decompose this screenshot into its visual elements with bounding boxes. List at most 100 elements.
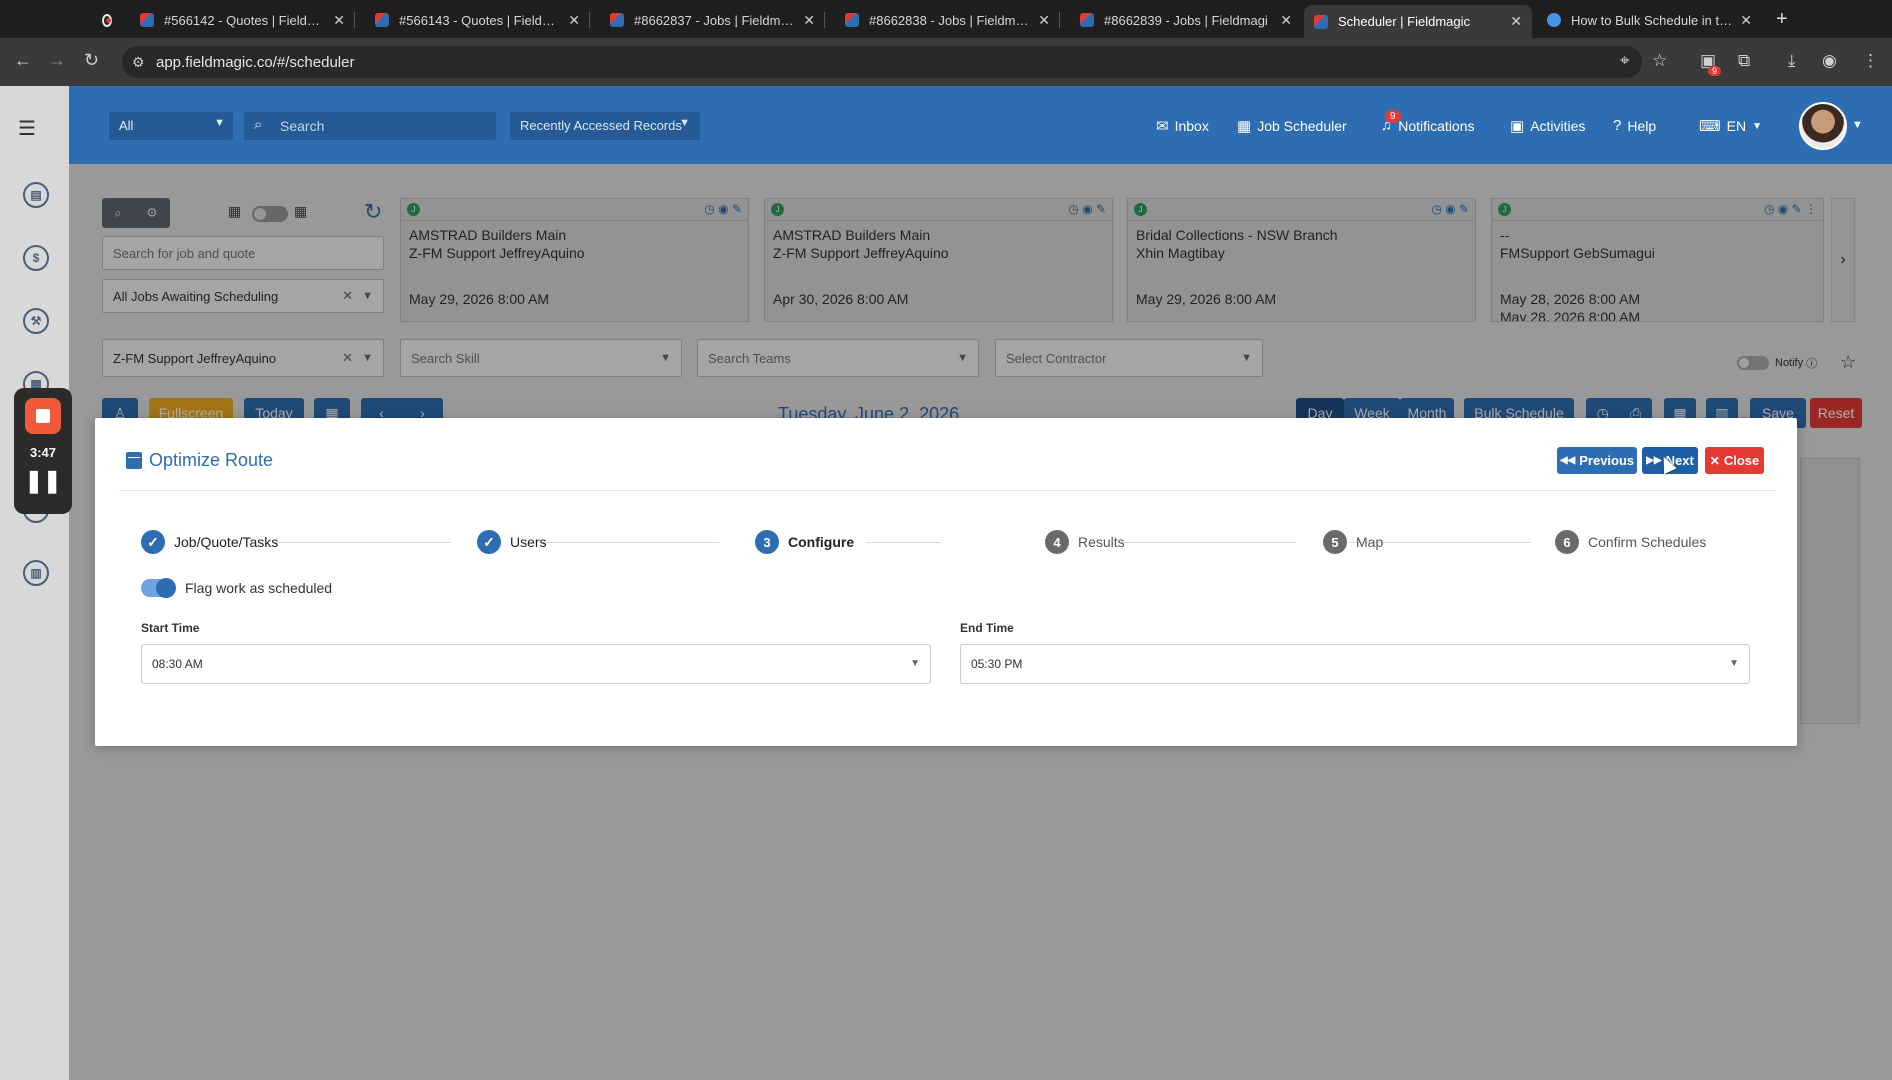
modal-title-text: Optimize Route bbox=[149, 450, 274, 470]
tab-job-8662839[interactable]: #8662839 - Jobs | Fieldmagi ✕ bbox=[1070, 5, 1302, 35]
close-tab-icon[interactable]: ✕ bbox=[1280, 12, 1292, 29]
chevron-down-icon: ▼ bbox=[910, 658, 920, 669]
end-time-select[interactable]: 05:30 PM ▼ bbox=[960, 644, 1750, 684]
tab-quote-566143[interactable]: #566143 - Quotes | Fieldmag ✕ bbox=[365, 5, 590, 35]
check-icon: ✓ bbox=[477, 530, 501, 554]
close-icon: ✕ bbox=[1709, 453, 1720, 468]
notifications-badge: 9 bbox=[1385, 110, 1401, 123]
chevron-down-icon: ▼ bbox=[214, 117, 225, 129]
close-button[interactable]: ✕ Close bbox=[1705, 447, 1764, 474]
start-time-value: 08:30 AM bbox=[152, 657, 203, 671]
close-tab-icon[interactable]: ✕ bbox=[333, 12, 345, 29]
tab-label: #566142 - Quotes | Fieldmag bbox=[164, 12, 326, 28]
flag-work-row: Flag work as scheduled bbox=[141, 578, 332, 598]
activities-label: Activities bbox=[1530, 118, 1586, 134]
step-number: 5 bbox=[1323, 530, 1347, 554]
module-filter-select[interactable]: All ▼ bbox=[109, 112, 233, 140]
close-tab-icon[interactable]: ✕ bbox=[568, 12, 580, 29]
app-header: All ▼ ⌕ Search Recently Accessed Records… bbox=[69, 86, 1892, 164]
close-tab-icon[interactable]: ✕ bbox=[1038, 12, 1050, 29]
url-text: app.fieldmagic.co/#/scheduler bbox=[156, 54, 355, 71]
search-icon: ⌕ bbox=[254, 116, 263, 133]
activities-link[interactable]: ▣ Activities bbox=[1510, 117, 1585, 135]
tab-label: #566143 - Quotes | Fieldmag bbox=[399, 12, 561, 28]
module-filter-value: All bbox=[119, 118, 134, 133]
step-label: Configure bbox=[788, 534, 855, 550]
job-scheduler-link[interactable]: ▦ Job Scheduler bbox=[1237, 117, 1347, 135]
user-avatar[interactable] bbox=[1799, 102, 1847, 150]
app-sidebar: ☰ ▤ $ ⚒ ▦ ⚙ ⑂ ▥ bbox=[0, 86, 69, 1080]
wrench-icon[interactable]: ⚒ bbox=[23, 308, 49, 334]
flag-work-toggle[interactable] bbox=[141, 578, 176, 598]
reload-icon[interactable]: ↻ bbox=[84, 50, 99, 71]
tab-quote-566142[interactable]: #566142 - Quotes | Fieldmag ✕ bbox=[130, 5, 355, 35]
url-field[interactable]: ⚙ app.fieldmagic.co/#/scheduler bbox=[122, 46, 1642, 78]
close-tab-icon[interactable]: ✕ bbox=[1510, 13, 1522, 30]
previous-button[interactable]: ◀◀ Previous bbox=[1557, 447, 1637, 474]
document-icon[interactable]: ▥ bbox=[23, 560, 49, 586]
close-tab-icon[interactable]: ✕ bbox=[1740, 12, 1752, 29]
chevron-down-icon: ▼ bbox=[679, 117, 690, 129]
chevron-down-icon[interactable]: ▼ bbox=[1852, 119, 1863, 131]
step-number: 3 bbox=[755, 530, 779, 554]
extension-badge: 9 bbox=[1708, 66, 1722, 76]
menu-kebab-icon[interactable]: ⋮ bbox=[1862, 51, 1879, 71]
close-tab-icon[interactable]: ✕ bbox=[803, 12, 815, 29]
notifications-label: Notifications bbox=[1398, 117, 1475, 134]
back-icon[interactable]: ← bbox=[14, 50, 32, 71]
site-info-icon[interactable]: ⚙ bbox=[132, 54, 145, 71]
browser-tab-strip: #566142 - Quotes | Fieldmag ✕ #566143 - … bbox=[0, 0, 1892, 38]
step-users[interactable]: ✓ Users bbox=[477, 530, 547, 554]
screen-recorder-widget: 3:47 ❚❚ bbox=[14, 388, 72, 514]
optimize-route-modal: Optimize Route ◀◀ Previous ▶▶ Next ✕ Clo… bbox=[95, 418, 1797, 746]
language-icon: ⌨ bbox=[1699, 118, 1721, 135]
dollar-icon[interactable]: $ bbox=[23, 245, 49, 271]
language-label: EN bbox=[1726, 118, 1747, 134]
step-confirm-schedules[interactable]: 6 Confirm Schedules bbox=[1555, 530, 1706, 554]
end-time-label: End Time bbox=[960, 621, 1014, 635]
fieldmagic-favicon bbox=[610, 13, 624, 27]
recording-icon bbox=[102, 13, 112, 27]
tab-scheduler[interactable]: Scheduler | Fieldmagic ✕ bbox=[1304, 5, 1532, 38]
end-time-value: 05:30 PM bbox=[971, 657, 1023, 671]
question-icon: ? bbox=[1613, 117, 1622, 134]
stop-recording-button[interactable] bbox=[25, 398, 61, 434]
step-job-quote-tasks[interactable]: ✓ Job/Quote/Tasks bbox=[141, 530, 278, 554]
step-map[interactable]: 5 Map bbox=[1323, 530, 1383, 554]
language-select[interactable]: ⌨ EN ▼ bbox=[1699, 117, 1762, 135]
step-number: 4 bbox=[1045, 530, 1069, 554]
bookmark-star-icon[interactable]: ☆ bbox=[1652, 51, 1667, 71]
tab-help-article[interactable]: How to Bulk Schedule in the ✕ bbox=[1537, 5, 1762, 35]
inbox-link[interactable]: ✉ Inbox bbox=[1156, 117, 1209, 135]
step-configure[interactable]: 3 Configure bbox=[755, 530, 854, 554]
search-placeholder: Search bbox=[280, 118, 325, 134]
fieldmagic-favicon bbox=[1080, 13, 1094, 27]
start-time-select[interactable]: 08:30 AM ▼ bbox=[141, 644, 931, 684]
fieldmagic-favicon bbox=[1314, 14, 1328, 29]
close-label: Close bbox=[1723, 453, 1760, 468]
forward-icon[interactable]: → bbox=[48, 50, 66, 71]
profile-icon[interactable]: ◉ bbox=[1822, 51, 1837, 71]
modal-divider bbox=[119, 490, 1775, 491]
recent-records-dropdown[interactable]: Recently Accessed Records ▼ bbox=[510, 112, 700, 140]
location-icon[interactable]: ⌖ bbox=[1620, 51, 1630, 71]
chevron-down-icon: ▼ bbox=[1729, 658, 1739, 669]
contacts-icon[interactable]: ▤ bbox=[23, 182, 49, 208]
puzzle-icon[interactable]: ⧉ bbox=[1738, 51, 1750, 71]
tab-job-8662838[interactable]: #8662838 - Jobs | Fieldmagi ✕ bbox=[835, 5, 1060, 35]
step-results[interactable]: 4 Results bbox=[1045, 530, 1125, 554]
tab-recording[interactable] bbox=[92, 5, 122, 35]
tab-label: #8662838 - Jobs | Fieldmagi bbox=[869, 12, 1031, 28]
download-icon[interactable]: ⤓ bbox=[1788, 51, 1796, 71]
help-link[interactable]: ? Help bbox=[1613, 117, 1656, 134]
new-tab-button[interactable]: + bbox=[1776, 8, 1788, 31]
wizard-stepper: ✓ Job/Quote/Tasks ✓ Users 3 Configure 4 … bbox=[141, 530, 1741, 554]
global-search-input[interactable]: ⌕ Search bbox=[244, 112, 496, 140]
hamburger-menu-icon[interactable]: ☰ bbox=[18, 116, 36, 141]
step-number: 6 bbox=[1555, 530, 1579, 554]
inbox-label: Inbox bbox=[1174, 118, 1209, 134]
tab-job-8662837[interactable]: #8662837 - Jobs | Fieldmagi ✕ bbox=[600, 5, 825, 35]
pause-icon[interactable]: ❚❚ bbox=[14, 468, 72, 494]
start-time-label: Start Time bbox=[141, 621, 200, 635]
help-favicon bbox=[1547, 13, 1561, 27]
